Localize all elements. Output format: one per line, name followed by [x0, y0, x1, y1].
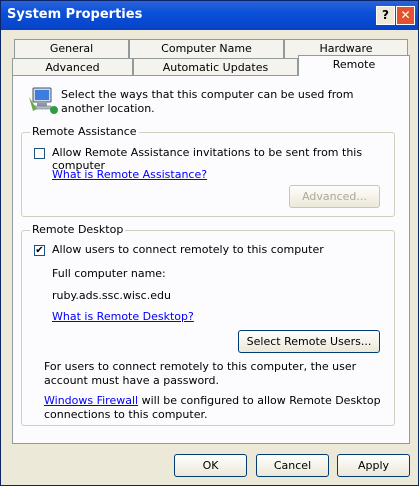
cancel-button[interactable]: Cancel — [256, 454, 329, 477]
full-computer-name-label: Full computer name: — [52, 267, 166, 280]
remote-assistance-group: Remote Assistance Allow Remote Assistanc… — [21, 125, 395, 217]
remote-desktop-title: Remote Desktop — [30, 223, 126, 236]
select-remote-users-button[interactable]: Select Remote Users... — [238, 330, 380, 353]
remote-assistance-checkbox[interactable] — [34, 148, 45, 159]
title-bar[interactable]: System Properties ? ✕ — [1, 1, 418, 30]
tab-computer-name[interactable]: Computer Name — [129, 39, 284, 58]
close-button[interactable]: ✕ — [396, 6, 415, 25]
remote-assistance-title: Remote Assistance — [30, 125, 139, 138]
ok-button[interactable]: OK — [174, 454, 247, 477]
computer-name-value: ruby.ads.ssc.wisc.edu — [52, 289, 171, 302]
help-button[interactable]: ? — [376, 6, 395, 25]
system-properties-window: System Properties ? ✕ General Computer N… — [0, 0, 419, 486]
computer-icon — [29, 87, 58, 114]
intro-text: Select the ways that this computer can b… — [61, 88, 354, 115]
window-title: System Properties — [7, 7, 143, 22]
advanced-button[interactable]: Advanced... — [289, 185, 380, 208]
windows-firewall-link[interactable]: Windows Firewall — [44, 394, 138, 407]
what-is-remote-desktop-link[interactable]: What is Remote Desktop? — [52, 310, 194, 323]
remote-desktop-label: Allow users to connect remotely to this … — [52, 243, 324, 256]
firewall-note-block: Windows Firewall will be configured to a… — [44, 394, 384, 422]
tab-general[interactable]: General — [14, 39, 129, 58]
remote-desktop-checkbox[interactable]: ✔ — [34, 245, 45, 256]
tab-remote[interactable]: Remote — [298, 55, 410, 76]
apply-button[interactable]: Apply — [337, 454, 410, 477]
remote-desktop-group: Remote Desktop ✔ Allow users to connect … — [21, 223, 395, 426]
password-note: For users to connect remotely to this co… — [44, 360, 357, 387]
what-is-remote-assistance-link[interactable]: What is Remote Assistance? — [52, 168, 207, 181]
remote-tab-panel: Select the ways that this computer can b… — [12, 75, 410, 444]
